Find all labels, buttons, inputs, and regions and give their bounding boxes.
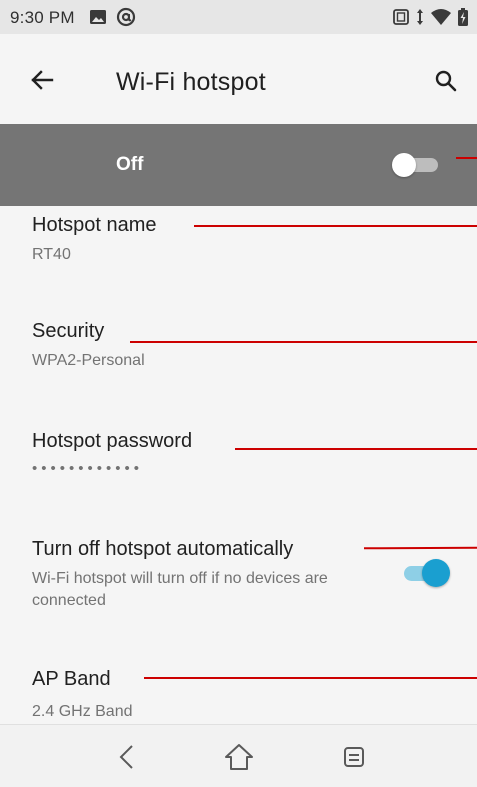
status-time: 9:30 PM [10, 8, 75, 27]
pref-title: AP Band [32, 668, 111, 690]
annotation-line [235, 448, 477, 450]
pref-summary: RT40 [32, 246, 71, 263]
status-right-icons [392, 7, 469, 27]
search-button[interactable] [429, 64, 463, 98]
pref-title: Security [32, 320, 105, 342]
master-switch-bar[interactable]: Off [0, 124, 477, 206]
pref-ap-band[interactable]: AP Band 2.4 GHz Band [0, 660, 477, 724]
pref-hotspot-name[interactable]: Hotspot name RT40 [0, 206, 477, 288]
nav-recents-icon [344, 747, 364, 767]
auto-turn-off-toggle[interactable] [400, 557, 454, 589]
wifi-icon [431, 9, 451, 25]
app-bar: Wi-Fi hotspot [0, 34, 477, 124]
pref-title: Hotspot name [32, 214, 157, 236]
search-icon [435, 70, 457, 92]
pref-hotspot-password[interactable]: Hotspot password •••••••••••• [0, 420, 477, 502]
nav-back-icon [119, 745, 133, 769]
pref-summary: Wi-Fi hotspot will turn off if no device… [32, 570, 328, 609]
screen: 9:30 PM Wi-Fi hotspot Off Hotspot name R… [0, 0, 477, 787]
at-sign-icon [116, 7, 136, 27]
pref-security[interactable]: Security WPA2-Personal [0, 310, 477, 392]
back-button[interactable] [24, 62, 60, 98]
nav-home-button[interactable] [219, 737, 259, 777]
nav-back-button[interactable] [107, 737, 147, 777]
password-dots: •••••••••••• [32, 460, 144, 477]
annotation-line [194, 225, 477, 227]
status-left-icons [88, 7, 136, 27]
pref-summary: 2.4 GHz Band [32, 703, 133, 720]
vibrate-icon [393, 9, 409, 25]
toggle-thumb [392, 153, 416, 177]
master-switch-label: Off [116, 154, 144, 175]
annotation-line [130, 341, 477, 343]
hotspot-master-toggle[interactable] [392, 153, 444, 177]
annotation-line [144, 677, 477, 679]
nav-recents-button[interactable] [334, 737, 374, 777]
pref-title: Hotspot password [32, 430, 193, 452]
annotation-line [456, 157, 477, 159]
navigation-bar [0, 724, 477, 787]
toggle-thumb [422, 559, 450, 587]
data-arrows-icon [417, 9, 423, 25]
page-title: Wi-Fi hotspot [116, 68, 266, 96]
battery-charging-icon [458, 8, 468, 26]
pref-title: Turn off hotspot automatically [32, 538, 294, 560]
annotation-line [363, 546, 477, 550]
image-icon [90, 10, 106, 24]
status-bar: 9:30 PM [0, 0, 477, 34]
nav-home-icon [225, 744, 253, 770]
pref-summary: WPA2-Personal [32, 352, 145, 369]
back-arrow-icon [31, 70, 54, 90]
